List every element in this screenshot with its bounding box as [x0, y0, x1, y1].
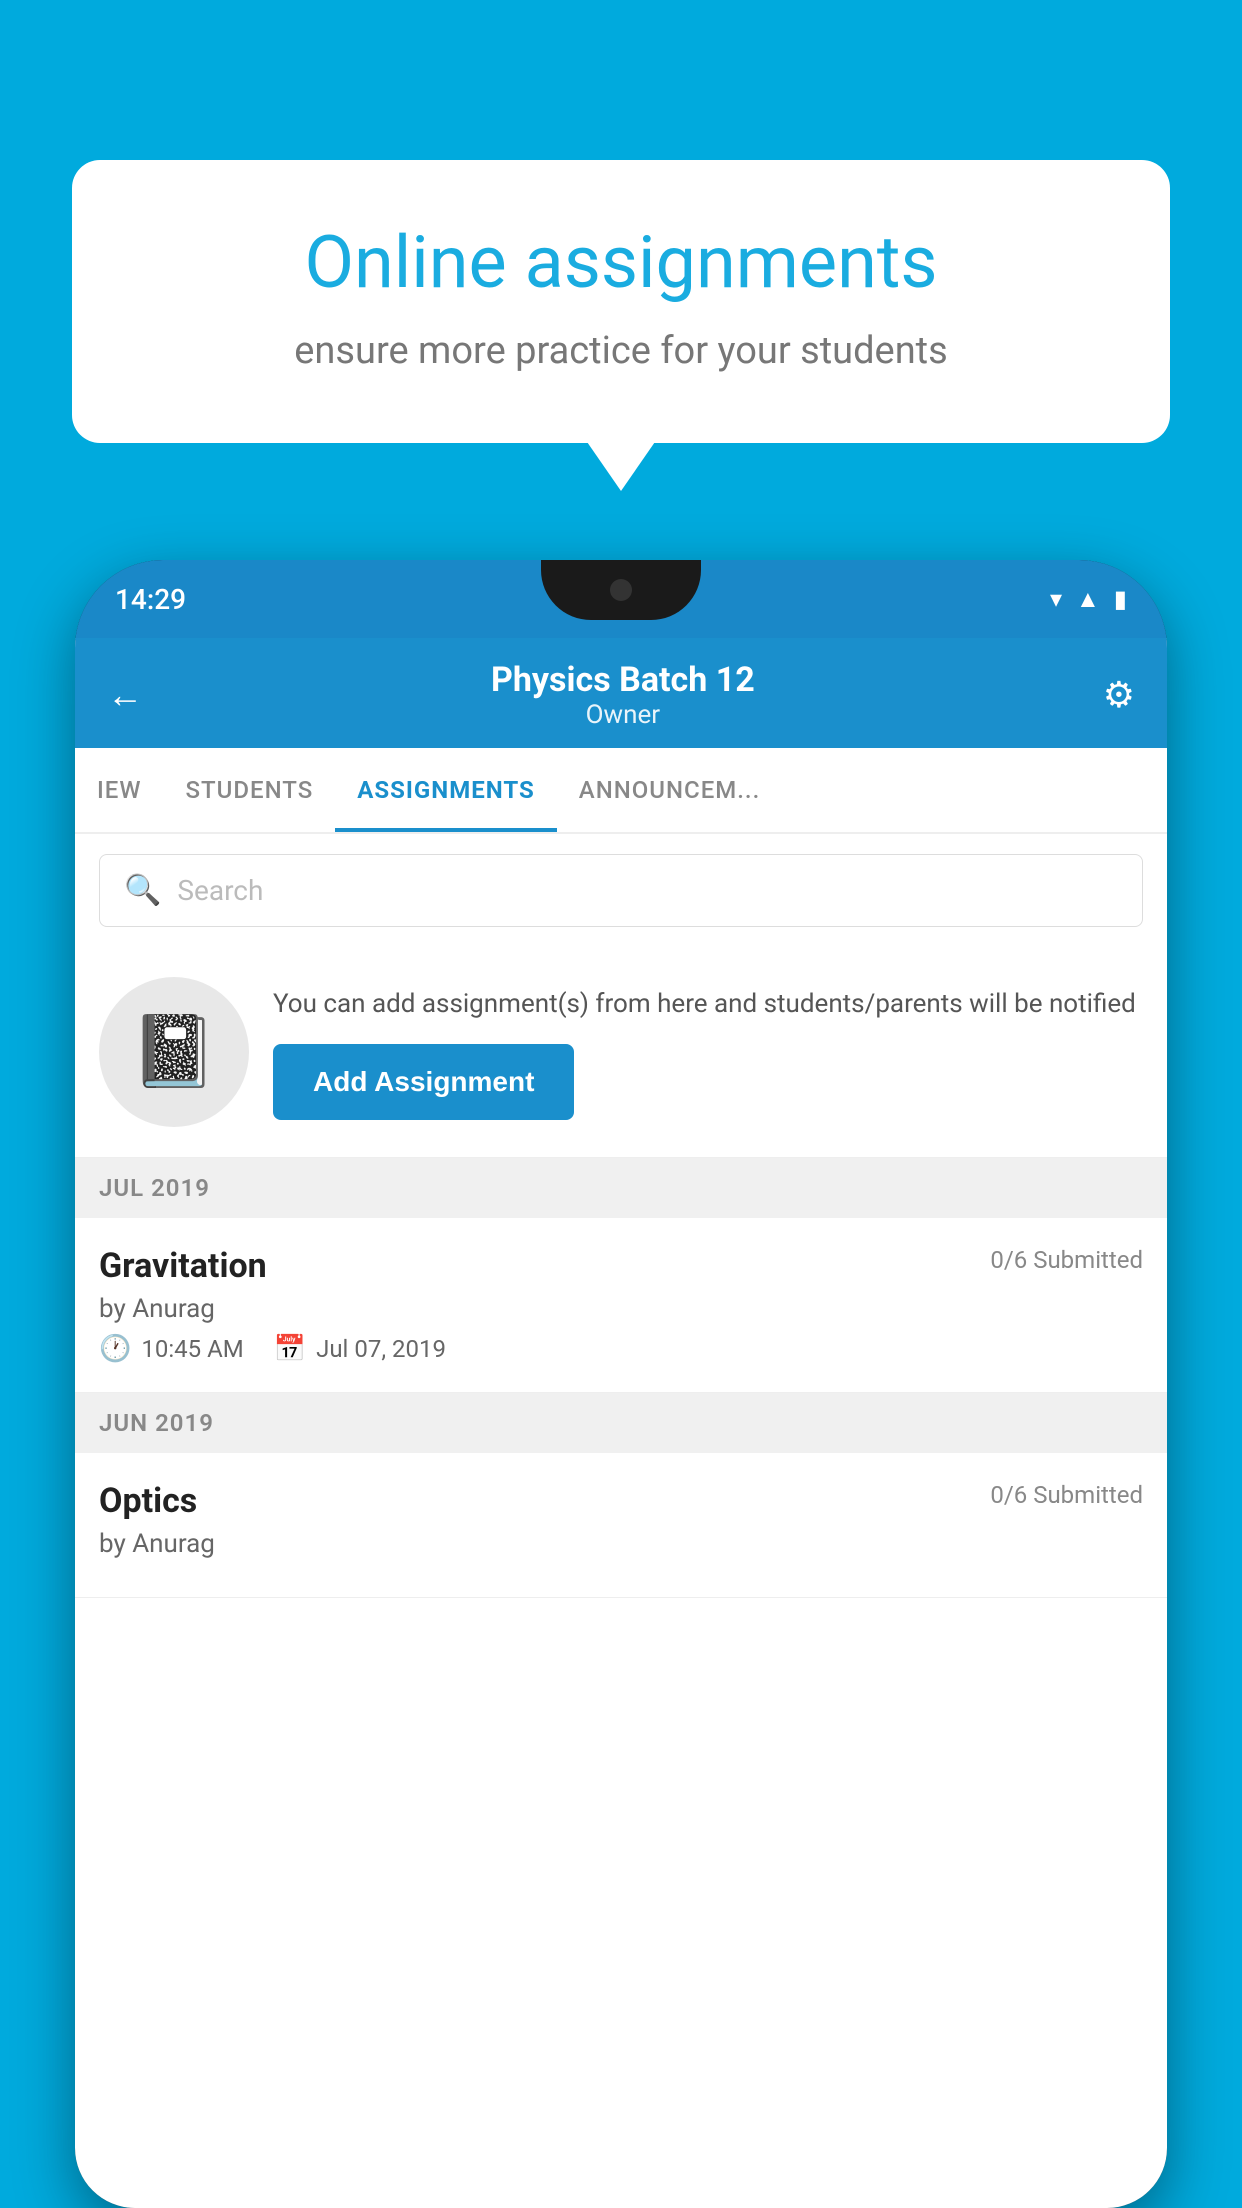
promo-card: Online assignments ensure more practice … — [72, 160, 1170, 443]
camera-dot — [610, 579, 632, 601]
wifi-icon: ▾ — [1050, 585, 1062, 613]
assignment-meta: 🕐 10:45 AM 📅 Jul 07, 2019 — [99, 1334, 1143, 1364]
app-header: ← Physics Batch 12 Owner ⚙ — [75, 638, 1167, 748]
search-container: 🔍 Search — [75, 834, 1167, 947]
status-icons: ▾ ▲ ▮ — [1050, 585, 1127, 614]
month-separator-jun: JUN 2019 — [75, 1393, 1167, 1453]
assignment-by: by Anurag — [99, 1294, 1143, 1324]
phone-notch — [541, 560, 701, 620]
assignment-time-value: 10:45 AM — [141, 1335, 243, 1363]
assignment-item-optics[interactable]: Optics 0/6 Submitted by Anurag — [75, 1453, 1167, 1598]
assignment-by-optics: by Anurag — [99, 1529, 1143, 1559]
tabs-bar: IEW STUDENTS ASSIGNMENTS ANNOUNCEM... — [75, 748, 1167, 834]
header-center: Physics Batch 12 Owner — [143, 660, 1103, 730]
assignment-date-value: Jul 07, 2019 — [316, 1335, 446, 1363]
calendar-icon: 📅 — [274, 1334, 306, 1364]
search-placeholder: Search — [177, 874, 263, 907]
assignment-name: Gravitation — [99, 1246, 267, 1286]
settings-icon[interactable]: ⚙ — [1103, 674, 1135, 716]
header-title: Physics Batch 12 — [143, 660, 1103, 700]
assignment-item-gravitation[interactable]: Gravitation 0/6 Submitted by Anurag 🕐 10… — [75, 1218, 1167, 1393]
assignment-item-header: Gravitation 0/6 Submitted — [99, 1246, 1143, 1286]
status-bar: 14:29 ▾ ▲ ▮ — [75, 560, 1167, 638]
phone-frame: 14:29 ▾ ▲ ▮ ← Physics Batch 12 Owner ⚙ I… — [75, 560, 1167, 2208]
notebook-icon: 📓 — [130, 1011, 217, 1093]
month-separator-jul: JUL 2019 — [75, 1158, 1167, 1218]
tab-assignments[interactable]: ASSIGNMENTS — [335, 748, 557, 832]
battery-icon: ▮ — [1114, 585, 1127, 613]
assignment-name-optics: Optics — [99, 1481, 197, 1521]
assignment-icon-circle: 📓 — [99, 977, 249, 1127]
status-time: 14:29 — [115, 583, 186, 616]
promo-subtitle: ensure more practice for your students — [142, 329, 1100, 373]
assignment-submitted-optics: 0/6 Submitted — [990, 1481, 1143, 1509]
header-subtitle: Owner — [143, 700, 1103, 730]
search-icon: 🔍 — [124, 873, 161, 908]
assignment-date: 📅 Jul 07, 2019 — [274, 1334, 446, 1364]
tab-announcements[interactable]: ANNOUNCEM... — [557, 748, 782, 832]
tab-students[interactable]: STUDENTS — [163, 748, 335, 832]
back-button[interactable]: ← — [107, 674, 143, 716]
assignment-info-text: You can add assignment(s) from here and … — [273, 985, 1143, 1024]
add-assignment-button[interactable]: Add Assignment — [273, 1044, 574, 1120]
clock-icon: 🕐 — [99, 1334, 131, 1364]
add-assignment-block: 📓 You can add assignment(s) from here an… — [75, 947, 1167, 1158]
assignment-time: 🕐 10:45 AM — [99, 1334, 244, 1364]
assignment-item-header-optics: Optics 0/6 Submitted — [99, 1481, 1143, 1521]
assignment-info: You can add assignment(s) from here and … — [273, 985, 1143, 1120]
phone-screen: ← Physics Batch 12 Owner ⚙ IEW STUDENTS … — [75, 638, 1167, 2208]
assignment-submitted: 0/6 Submitted — [990, 1246, 1143, 1274]
tab-iew[interactable]: IEW — [75, 748, 163, 832]
signal-icon: ▲ — [1076, 585, 1100, 614]
promo-title: Online assignments — [142, 220, 1100, 305]
search-bar[interactable]: 🔍 Search — [99, 854, 1143, 927]
